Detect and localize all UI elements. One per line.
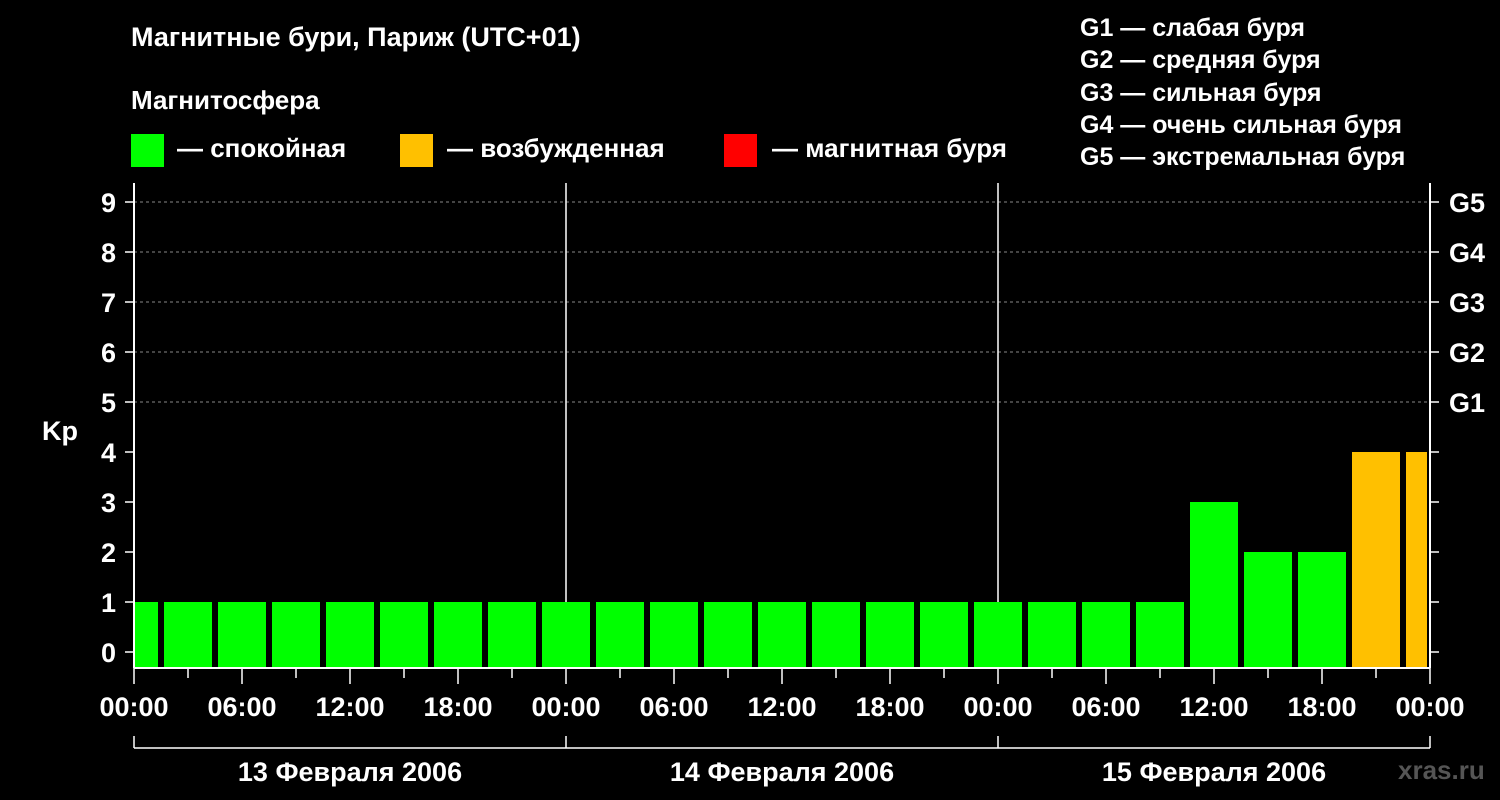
kp-bar <box>812 602 860 668</box>
watermark: xras.ru <box>1398 755 1485 785</box>
kp-bar <box>1406 452 1427 668</box>
kp-bar <box>974 602 1022 668</box>
kp-bar <box>326 602 374 668</box>
y-tick-label: 3 <box>101 488 116 518</box>
kp-bar <box>1082 602 1130 668</box>
x-tick-label: 06:00 <box>639 692 708 722</box>
g-level-label: G1 <box>1449 388 1485 418</box>
kp-bar <box>380 602 428 668</box>
g-level-label: G4 <box>1449 238 1485 268</box>
x-tick-label: 18:00 <box>423 692 492 722</box>
kp-chart: 0 1 2 3 4 5 6 7 8 9 G1 G2 G3 G4 G5 Kp 00:00 06:00 12:00 18:… <box>42 183 1485 787</box>
kp-bar <box>488 602 536 668</box>
kp-bar <box>1298 552 1346 668</box>
day-label: 13 Февраля 2006 <box>238 757 462 787</box>
y-tick-label: 6 <box>101 338 116 368</box>
y-tick-label: 4 <box>101 438 116 468</box>
g-level-label: G5 <box>1449 188 1485 218</box>
x-tick-label: 18:00 <box>855 692 924 722</box>
kp-bar <box>272 602 320 668</box>
y-axis-label: Kp <box>42 416 78 446</box>
kp-bar <box>434 602 482 668</box>
day-label: 15 Февраля 2006 <box>1102 757 1326 787</box>
x-tick-label: 00:00 <box>99 692 168 722</box>
g-level-label: G2 <box>1449 338 1485 368</box>
x-tick-label: 06:00 <box>1071 692 1140 722</box>
y-tick-label: 7 <box>101 288 116 318</box>
x-tick-label: 12:00 <box>747 692 816 722</box>
kp-bar <box>866 602 914 668</box>
y-tick-label: 0 <box>101 638 116 668</box>
x-tick-label: 00:00 <box>531 692 600 722</box>
kp-bar <box>596 602 644 668</box>
kp-bar <box>920 602 968 668</box>
y-tick-label: 9 <box>101 188 116 218</box>
x-tick-label: 18:00 <box>1287 692 1356 722</box>
y-tick-label: 5 <box>101 388 116 418</box>
kp-bar <box>650 602 698 668</box>
kp-bar <box>1352 452 1400 668</box>
x-tick-label: 00:00 <box>1395 692 1464 722</box>
x-tick-label: 06:00 <box>207 692 276 722</box>
kp-bar <box>164 602 212 668</box>
kp-bar <box>218 602 266 668</box>
kp-bar <box>1190 502 1238 668</box>
kp-bar <box>758 602 806 668</box>
kp-bar <box>542 602 590 668</box>
y-tick-label: 8 <box>101 238 116 268</box>
y-tick-label: 1 <box>101 588 116 618</box>
kp-bar <box>134 602 158 668</box>
kp-bar <box>1244 552 1292 668</box>
kp-bar <box>704 602 752 668</box>
kp-bar <box>1136 602 1184 668</box>
x-tick-label: 12:00 <box>315 692 384 722</box>
kp-bar <box>1028 602 1076 668</box>
y-tick-label: 2 <box>101 538 116 568</box>
g-level-label: G3 <box>1449 288 1485 318</box>
x-tick-label: 12:00 <box>1179 692 1248 722</box>
day-label: 14 Февраля 2006 <box>670 757 894 787</box>
x-tick-label: 00:00 <box>963 692 1032 722</box>
